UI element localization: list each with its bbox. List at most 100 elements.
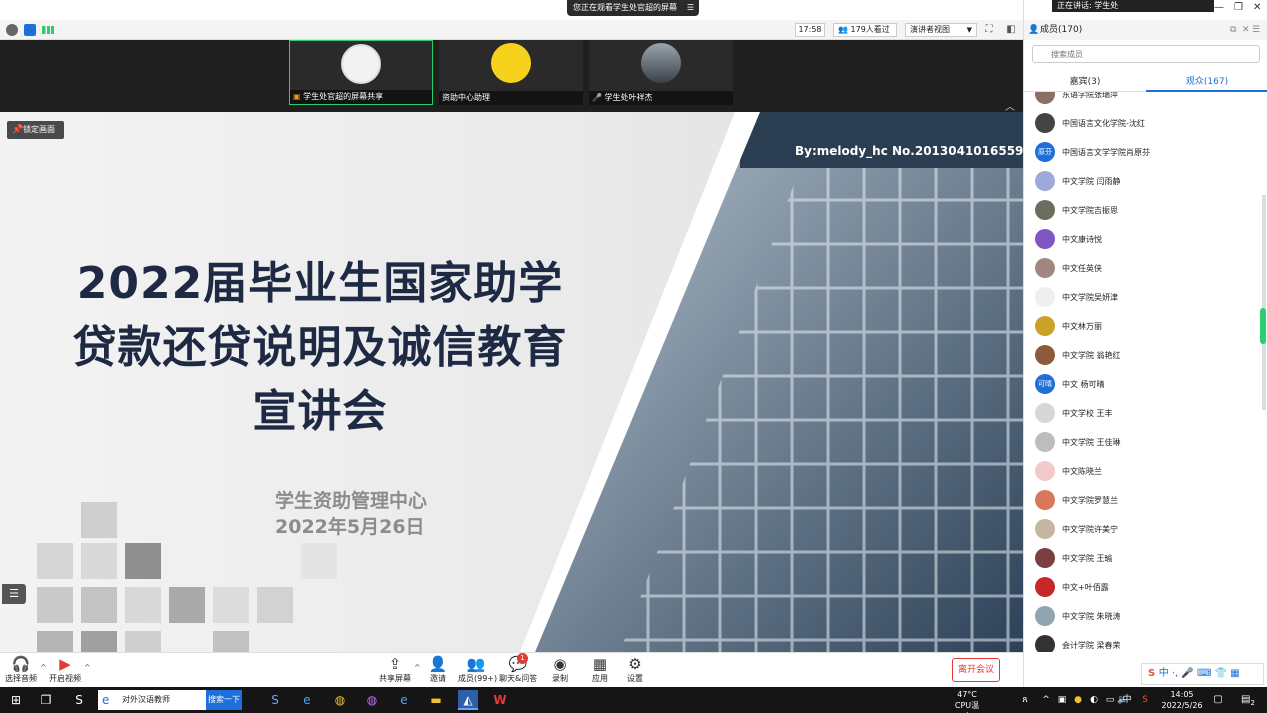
sogou-tray-icon[interactable]: S <box>1135 690 1155 710</box>
video-button[interactable]: ▶ 开启视频 <box>48 655 82 687</box>
notes-toggle-button[interactable]: ☰ <box>2 584 26 604</box>
list-item[interactable]: 中文学院吴妍津 <box>1024 283 1260 312</box>
skype-icon[interactable]: S <box>265 690 285 710</box>
close-panel-icon[interactable]: ✕ <box>1242 20 1250 40</box>
list-item[interactable]: 中文任英侠 <box>1024 254 1260 283</box>
list-item[interactable]: 中文陈晓兰 <box>1024 457 1260 486</box>
invite-label: 邀请 <box>430 674 446 683</box>
list-item[interactable]: 中文学院吉振思 <box>1024 196 1260 225</box>
show-desktop-icon[interactable]: ▢ <box>1208 690 1228 710</box>
search-input[interactable] <box>1032 45 1260 63</box>
slide-title-line: 宣讲会 <box>252 386 388 437</box>
viewers-count[interactable]: 👥 179人看过 <box>833 23 897 37</box>
leave-meeting-button[interactable]: 离开会议 <box>952 658 1000 682</box>
tab-guests[interactable]: 嘉宾(3) <box>1024 72 1146 92</box>
list-item[interactable]: 中文学院 朱晓涛 <box>1024 602 1260 631</box>
list-item[interactable]: 中文学校 王丰 <box>1024 399 1260 428</box>
scrollbar-thumb[interactable] <box>1260 308 1266 344</box>
share-options-caret[interactable]: ^ <box>414 663 421 672</box>
close-icon[interactable]: ✕ <box>1253 2 1261 13</box>
member-name: 会计学院 梁春荣 <box>1062 641 1121 650</box>
scrollbar-track[interactable] <box>1262 195 1266 410</box>
video-thumbnail[interactable]: ▣ 学生处官超的屏幕共享 <box>289 40 433 105</box>
signal-icon[interactable] <box>42 26 54 34</box>
ie-taskbar-icon[interactable]: e <box>394 690 414 710</box>
members-icon: 👥 <box>466 655 486 673</box>
video-thumbnail[interactable]: 🎤 学生处叶祥杰 <box>589 40 733 105</box>
fullscreen-icon[interactable]: ⛶ <box>982 23 996 37</box>
record-icon: ◉ <box>553 655 567 673</box>
minimize-icon[interactable]: — <box>1214 2 1224 13</box>
edge-icon[interactable]: e <box>297 690 317 710</box>
folder-icon[interactable]: ▬ <box>426 690 446 710</box>
shield-icon[interactable] <box>24 24 36 36</box>
chat-button[interactable]: 💬 聊天&问答 1 <box>499 653 537 687</box>
member-name: 中国语言文学学院肖原芬 <box>1062 148 1150 157</box>
restore-icon[interactable]: ❐ <box>1234 2 1243 13</box>
list-item[interactable]: 可晴 中文 杨可晴 <box>1024 370 1260 399</box>
list-item[interactable]: 中文林万丽 <box>1024 312 1260 341</box>
list-item[interactable]: 中文学院许美宁 <box>1024 515 1260 544</box>
avatar <box>1035 490 1055 510</box>
list-item[interactable]: 原芬 中国语言文学学院肖原芬 <box>1024 138 1260 167</box>
camera-off-icon: ▶ <box>59 655 71 673</box>
windows-start-icon[interactable]: ⊞ <box>6 690 26 710</box>
list-item[interactable]: 会计学院 梁春荣 <box>1024 631 1260 652</box>
wps-icon[interactable]: W <box>490 690 510 710</box>
list-item[interactable]: 中国语言文化学院-沈红 <box>1024 109 1260 138</box>
avatar: 可晴 <box>1035 374 1055 394</box>
user-tray-icon[interactable]: ጸ <box>1015 690 1035 710</box>
menu-icon[interactable]: ☰ <box>1252 20 1260 40</box>
add-user-icon: 👤 <box>428 655 448 673</box>
decor-square <box>257 587 293 623</box>
list-item[interactable]: 东语学院张瑞萍 <box>1024 92 1260 109</box>
video-options-caret[interactable]: ^ <box>84 663 91 672</box>
decor-square <box>37 631 73 652</box>
notification-icon[interactable]: ▤2 <box>1238 690 1258 710</box>
chrome-icon[interactable]: ◍ <box>330 690 350 710</box>
apps-button[interactable]: ▦ 应用 <box>588 655 612 687</box>
list-item[interactable]: 中文学院 王佳琳 <box>1024 428 1260 457</box>
video-thumbnail[interactable]: 资助中心助理 <box>439 40 583 105</box>
meeting-app-icon[interactable]: ◭ <box>458 690 478 710</box>
audio-options-caret[interactable]: ^ <box>40 663 47 672</box>
member-name: 中文 杨可晴 <box>1062 380 1105 389</box>
apps-icon: ▦ <box>592 655 608 673</box>
list-item[interactable]: 中文学院 闫雨静 <box>1024 167 1260 196</box>
list-item[interactable]: 中文学院 王瑜 <box>1024 544 1260 573</box>
ime-toolbar[interactable]: S 中 ·, 🎤 ⌨ 👕 ▦ <box>1141 663 1264 685</box>
list-item[interactable]: 中文康诗悦 <box>1024 225 1260 254</box>
info-icon[interactable] <box>6 24 18 36</box>
collapse-icon[interactable]: ︿ <box>1005 98 1015 113</box>
layout-icon[interactable]: ◧ <box>1004 23 1018 37</box>
taskbar-search-input[interactable]: 对外汉语教师 <box>98 690 206 710</box>
list-item[interactable]: 中文+叶佰露 <box>1024 573 1260 602</box>
audio-button[interactable]: 🎧 选择音频 <box>4 655 38 687</box>
task-view-icon[interactable]: ❐ <box>36 690 56 710</box>
record-button[interactable]: ◉ 录制 <box>548 655 572 687</box>
slide-organization: 学生资助管理中心 <box>275 490 428 512</box>
viewers-label: 179人看过 <box>850 25 890 34</box>
share-banner[interactable]: 您正在观看学生处官超的屏幕 ☰ <box>567 0 699 16</box>
settings-button[interactable]: ⚙ 设置 <box>623 655 647 687</box>
members-button[interactable]: 👥 成员(99+) <box>458 655 497 687</box>
gear-icon: ⚙ <box>628 655 642 673</box>
view-mode-select[interactable]: 演讲者视图 ▼ <box>905 23 977 37</box>
avatar <box>491 43 531 83</box>
user-icon: 👤 <box>1028 25 1040 35</box>
browser-icon[interactable]: ◍ <box>362 690 382 710</box>
record-label: 录制 <box>552 674 568 683</box>
ime-lang-indicator[interactable]: 中 <box>1117 690 1137 710</box>
sogou-taskbar-icon[interactable]: S <box>69 690 89 710</box>
lock-screen-button[interactable]: 📌 锁定画面 <box>7 121 64 139</box>
invite-button[interactable]: 👤 邀请 <box>426 655 450 687</box>
taskbar-clock[interactable]: 14:05 2022/5/26 <box>1158 689 1206 711</box>
list-item[interactable]: 中文学院 翁艳红 <box>1024 341 1260 370</box>
popout-icon[interactable]: ⧉ <box>1230 20 1236 40</box>
member-name: 中文学院许美宁 <box>1062 525 1118 534</box>
menu-icon[interactable]: ☰ <box>687 0 694 16</box>
tab-audience[interactable]: 观众(167) <box>1146 72 1267 92</box>
taskbar-search-button[interactable]: 搜索一下 <box>206 690 242 710</box>
list-item[interactable]: 中文学院罗慧兰 <box>1024 486 1260 515</box>
share-screen-button[interactable]: ⇪ 共享屏幕 <box>378 655 412 687</box>
